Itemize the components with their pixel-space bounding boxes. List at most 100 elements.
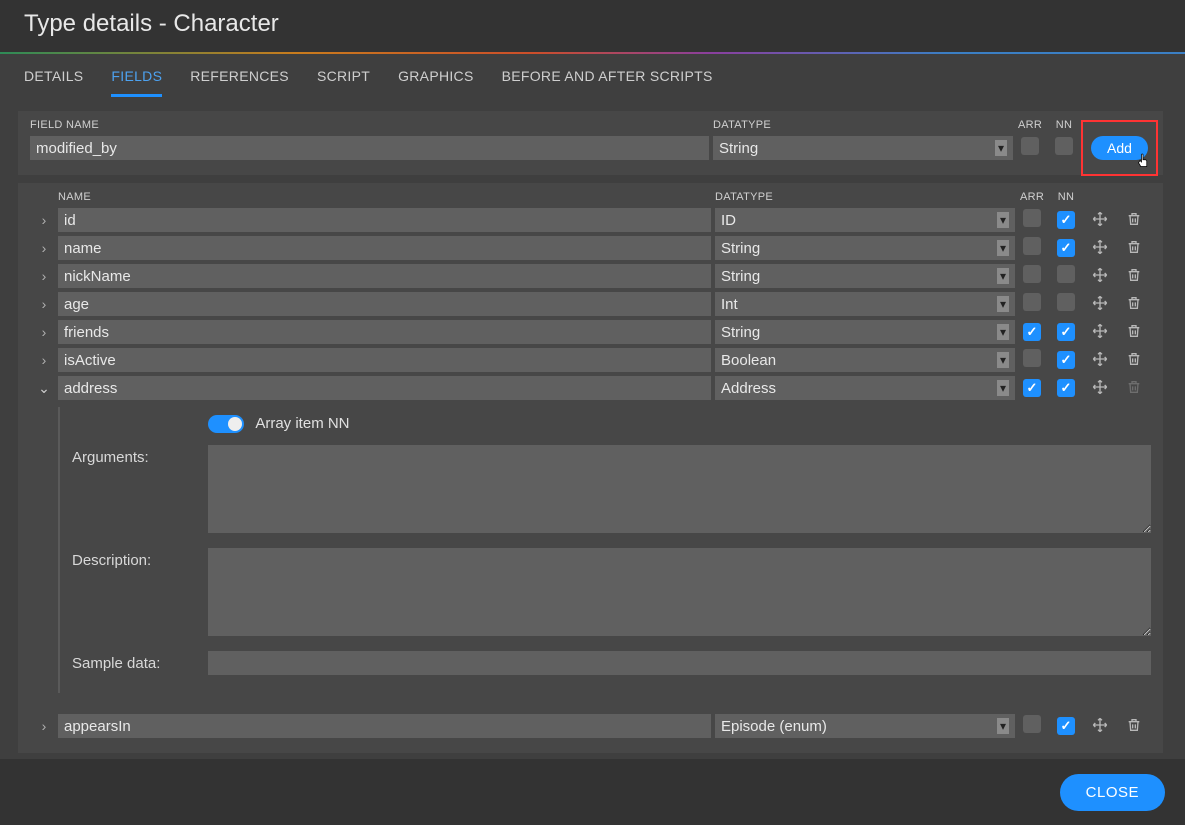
move-icon[interactable]: [1089, 264, 1111, 286]
field-row: › Boolean: [30, 347, 1151, 373]
trash-icon[interactable]: [1123, 348, 1145, 370]
field-name-input[interactable]: [58, 714, 711, 738]
field-row: ⌄ Address: [30, 375, 1151, 401]
chevron-right-icon[interactable]: ›: [30, 324, 58, 340]
new-field-name-input[interactable]: [30, 136, 709, 160]
fields-grid-panel: NAME DATATYPE ARR NN › ID › String › String › I…: [18, 183, 1163, 753]
field-detail-block: Array item NN Arguments: Description: Sa…: [58, 407, 1151, 693]
field-row: › String: [30, 263, 1151, 289]
chevron-right-icon[interactable]: ›: [30, 718, 58, 734]
dialog-title: Type details - Character: [0, 0, 1185, 52]
array-item-nn-toggle[interactable]: [208, 415, 244, 433]
close-button[interactable]: CLOSE: [1060, 774, 1165, 811]
field-arr-checkbox[interactable]: [1023, 237, 1041, 255]
tab-fields[interactable]: FIELDS: [111, 68, 162, 97]
description-textarea[interactable]: [208, 548, 1151, 636]
field-datatype-select[interactable]: String: [715, 236, 1015, 260]
header-datatype: DATATYPE: [713, 119, 1013, 131]
field-datatype-select[interactable]: String: [715, 264, 1015, 288]
arguments-textarea[interactable]: [208, 445, 1151, 533]
move-icon[interactable]: [1089, 714, 1111, 736]
cursor-icon: [1134, 153, 1152, 176]
field-datatype-select[interactable]: ID: [715, 208, 1015, 232]
field-datatype-select[interactable]: Episode (enum): [715, 714, 1015, 738]
field-nn-checkbox[interactable]: [1057, 717, 1075, 735]
field-name-input[interactable]: [58, 264, 711, 288]
arguments-label: Arguments:: [72, 445, 208, 466]
move-icon[interactable]: [1089, 348, 1111, 370]
field-name-input[interactable]: [58, 236, 711, 260]
chevron-right-icon[interactable]: ›: [30, 212, 58, 228]
field-arr-checkbox[interactable]: [1023, 349, 1041, 367]
move-icon[interactable]: [1089, 320, 1111, 342]
field-datatype-select[interactable]: String: [715, 320, 1015, 344]
grid-header-datatype: DATATYPE: [715, 191, 1015, 203]
grid-header-nn: NN: [1049, 191, 1083, 203]
description-label: Description:: [72, 548, 208, 569]
new-field-nn-checkbox[interactable]: [1055, 137, 1073, 155]
tab-graphics[interactable]: GRAPHICS: [398, 68, 474, 97]
field-row: › ID: [30, 207, 1151, 233]
field-nn-checkbox[interactable]: [1057, 379, 1075, 397]
field-arr-checkbox[interactable]: [1023, 293, 1041, 311]
chevron-right-icon[interactable]: ›: [30, 352, 58, 368]
field-name-input[interactable]: [58, 376, 711, 400]
move-icon[interactable]: [1089, 376, 1111, 398]
trash-icon[interactable]: [1123, 320, 1145, 342]
move-icon[interactable]: [1089, 292, 1111, 314]
trash-icon[interactable]: [1123, 208, 1145, 230]
field-nn-checkbox[interactable]: [1057, 323, 1075, 341]
content-scroll[interactable]: FIELD NAME DATATYPE ARR NN String: [18, 111, 1167, 759]
field-row: › Episode (enum): [30, 713, 1151, 739]
field-datatype-select[interactable]: Int: [715, 292, 1015, 316]
tab-bar: DETAILS FIELDS REFERENCES SCRIPT GRAPHICS BEF…: [0, 54, 1185, 97]
grid-header-arr: ARR: [1015, 191, 1049, 203]
header-field-name: FIELD NAME: [30, 119, 709, 131]
add-highlight-box: Add: [1081, 120, 1158, 176]
chevron-right-icon[interactable]: ›: [30, 268, 58, 284]
array-item-nn-label: Array item NN: [255, 415, 349, 432]
field-arr-checkbox[interactable]: [1023, 265, 1041, 283]
new-field-arr-checkbox[interactable]: [1021, 137, 1039, 155]
trash-icon[interactable]: [1123, 264, 1145, 286]
sample-data-input[interactable]: [208, 651, 1151, 675]
add-field-panel: FIELD NAME DATATYPE ARR NN String: [18, 111, 1163, 175]
field-arr-checkbox[interactable]: [1023, 323, 1041, 341]
tab-before-and-after-scripts[interactable]: BEFORE AND AFTER SCRIPTS: [502, 68, 713, 97]
trash-icon: [1123, 376, 1145, 398]
field-row: › Int: [30, 291, 1151, 317]
field-nn-checkbox[interactable]: [1057, 239, 1075, 257]
header-nn: NN: [1047, 119, 1081, 131]
move-icon[interactable]: [1089, 236, 1111, 258]
field-nn-checkbox[interactable]: [1057, 351, 1075, 369]
new-field-datatype-select[interactable]: String: [713, 136, 1013, 160]
header-arr: ARR: [1013, 119, 1047, 131]
field-arr-checkbox[interactable]: [1023, 715, 1041, 733]
tab-script[interactable]: SCRIPT: [317, 68, 370, 97]
field-arr-checkbox[interactable]: [1023, 209, 1041, 227]
tab-details[interactable]: DETAILS: [24, 68, 83, 97]
grid-header-name: NAME: [58, 191, 711, 203]
trash-icon[interactable]: [1123, 292, 1145, 314]
trash-icon[interactable]: [1123, 714, 1145, 736]
field-name-input[interactable]: [58, 292, 711, 316]
field-arr-checkbox[interactable]: [1023, 379, 1041, 397]
field-name-input[interactable]: [58, 348, 711, 372]
chevron-right-icon[interactable]: ›: [30, 240, 58, 256]
tab-references[interactable]: REFERENCES: [190, 68, 289, 97]
move-icon[interactable]: [1089, 208, 1111, 230]
field-name-input[interactable]: [58, 320, 711, 344]
chevron-right-icon[interactable]: ›: [30, 296, 58, 312]
field-datatype-select[interactable]: Boolean: [715, 348, 1015, 372]
field-datatype-select[interactable]: Address: [715, 376, 1015, 400]
trash-icon[interactable]: [1123, 236, 1145, 258]
field-nn-checkbox[interactable]: [1057, 293, 1075, 311]
sample-data-label: Sample data:: [72, 651, 208, 672]
dialog-footer: CLOSE: [0, 759, 1185, 825]
chevron-down-icon[interactable]: ⌄: [30, 380, 58, 397]
field-nn-checkbox[interactable]: [1057, 265, 1075, 283]
field-row: › String: [30, 319, 1151, 345]
field-name-input[interactable]: [58, 208, 711, 232]
field-row: › String: [30, 235, 1151, 261]
field-nn-checkbox[interactable]: [1057, 211, 1075, 229]
